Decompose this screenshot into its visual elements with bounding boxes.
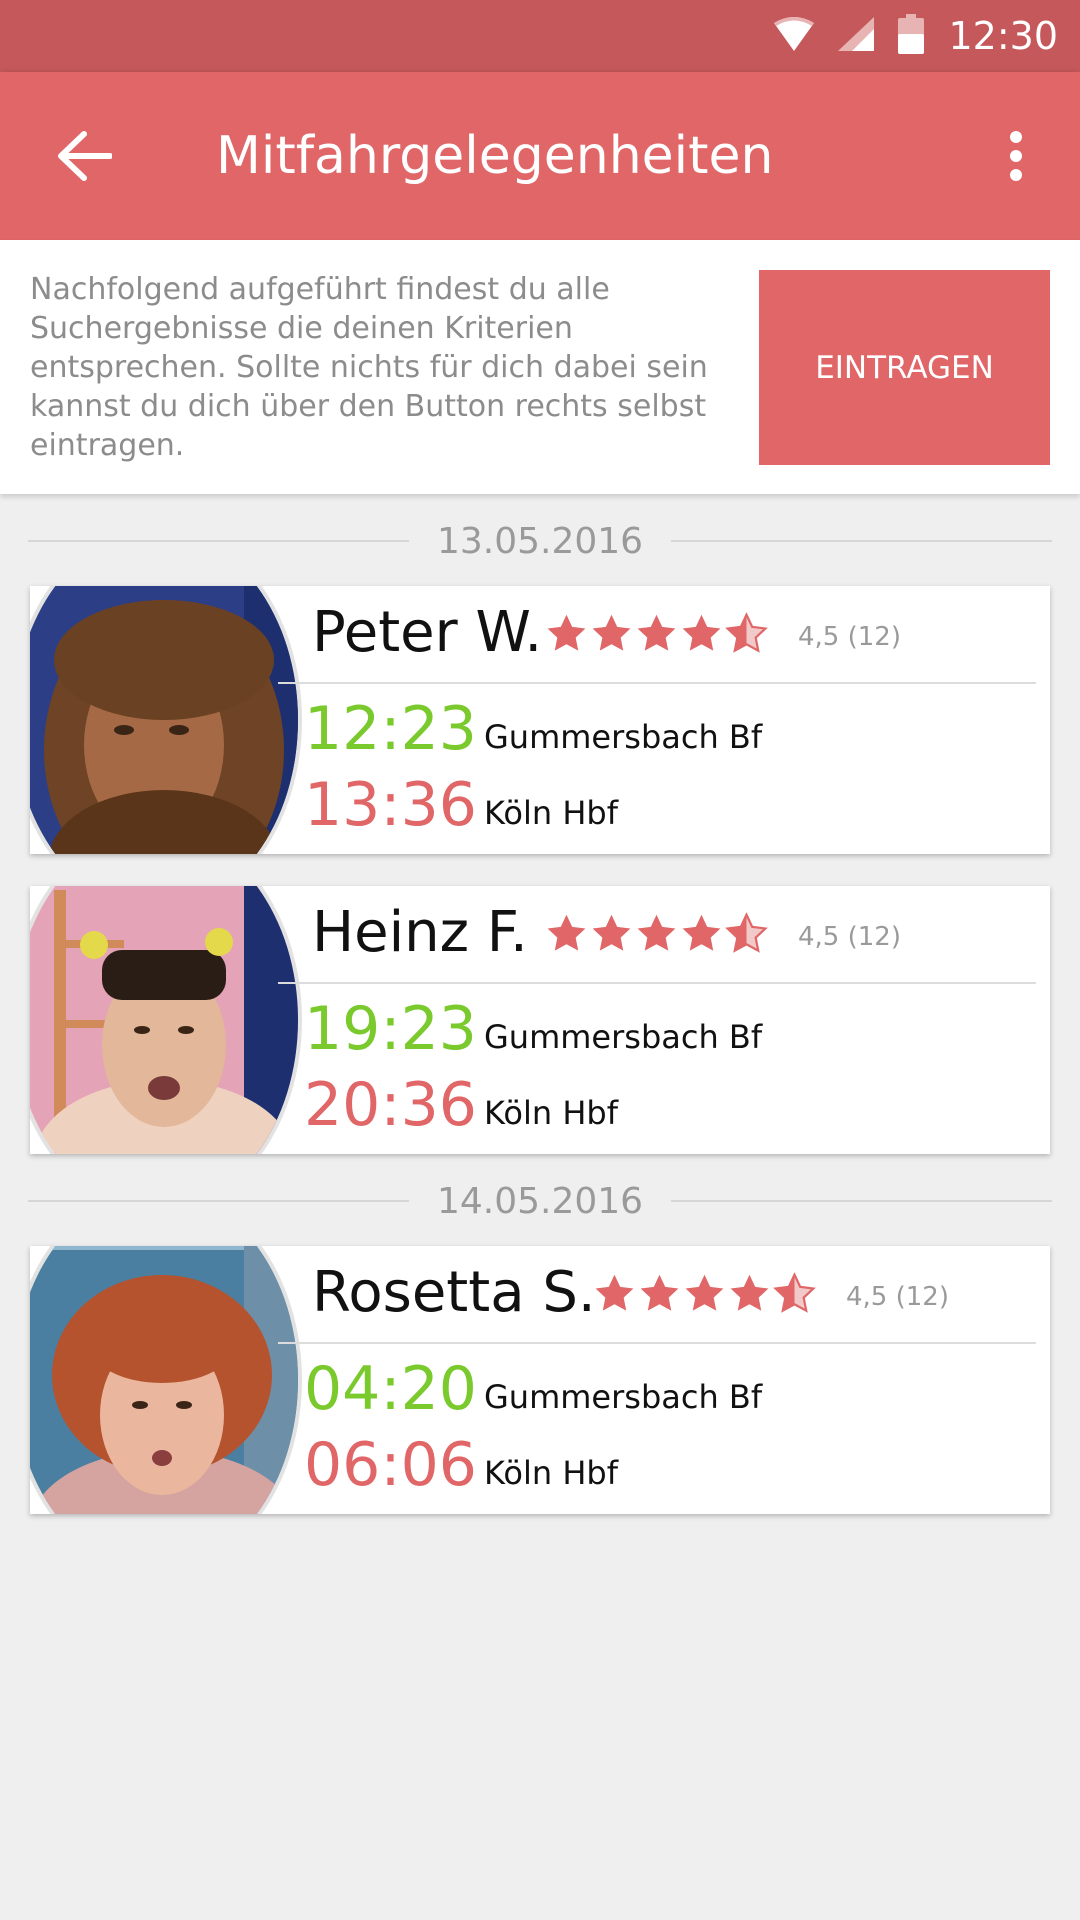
arrival-station: Köln Hbf xyxy=(484,794,618,832)
rating-text: 4,5 (12) xyxy=(798,622,901,652)
back-arrow-icon[interactable] xyxy=(48,120,120,192)
wifi-icon xyxy=(774,17,815,55)
divider xyxy=(28,1200,409,1202)
star-icon xyxy=(592,1272,637,1320)
intro-panel: Nachfolgend aufgeführt findest du alle S… xyxy=(0,240,1080,494)
ride-card[interactable]: Rosetta S. 4,5 (12) 04:20 Gummersbach Bf… xyxy=(30,1246,1050,1514)
departure-station: Gummersbach Bf xyxy=(484,1378,763,1416)
eintragen-button[interactable]: EINTRAGEN xyxy=(759,270,1050,465)
star-icon xyxy=(589,612,634,660)
signal-icon xyxy=(838,17,875,55)
driver-name: Rosetta S. xyxy=(312,1260,596,1325)
page-title: Mitfahrgelegenheiten xyxy=(216,126,774,186)
app-bar: Mitfahrgelegenheiten xyxy=(0,72,1080,240)
arrival-time: 20:36 xyxy=(304,1070,477,1140)
arrival-time: 06:06 xyxy=(304,1430,477,1500)
star-icon xyxy=(589,912,634,960)
date-separator: 13.05.2016 xyxy=(28,516,1052,566)
star-icon xyxy=(634,612,679,660)
arrival-station: Köln Hbf xyxy=(484,1094,618,1132)
rating-stars xyxy=(544,912,769,960)
star-icon xyxy=(637,1272,682,1320)
date-separator: 14.05.2016 xyxy=(28,1176,1052,1226)
star-half-icon xyxy=(724,612,769,660)
departure-time: 04:20 xyxy=(304,1354,477,1424)
avatar xyxy=(30,586,302,854)
divider xyxy=(278,982,1036,984)
arrival-time: 13:36 xyxy=(304,770,477,840)
star-icon xyxy=(679,612,724,660)
status-time: 12:30 xyxy=(948,14,1058,58)
rating-stars xyxy=(592,1272,817,1320)
departure-time: 19:23 xyxy=(304,994,477,1064)
divider xyxy=(28,540,409,542)
divider xyxy=(671,540,1052,542)
departure-time: 12:23 xyxy=(304,694,477,764)
driver-name: Heinz F. xyxy=(312,900,528,965)
ride-card[interactable]: Heinz F. 4,5 (12) 19:23 Gummersbach Bf 2… xyxy=(30,886,1050,1154)
star-half-icon xyxy=(772,1272,817,1320)
star-icon xyxy=(679,912,724,960)
star-half-icon xyxy=(724,912,769,960)
status-bar: 12:30 xyxy=(0,0,1080,72)
date-label: 14.05.2016 xyxy=(436,1180,644,1222)
avatar xyxy=(30,1246,302,1514)
ride-card[interactable]: Peter W. 4,5 (12) 12:23 Gummersbach Bf 1… xyxy=(30,586,1050,854)
intro-text: Nachfolgend aufgeführt findest du alle S… xyxy=(30,272,708,463)
star-icon xyxy=(544,612,589,660)
star-icon xyxy=(634,912,679,960)
battery-icon xyxy=(898,14,925,58)
divider xyxy=(278,682,1036,684)
departure-station: Gummersbach Bf xyxy=(484,718,763,756)
star-icon xyxy=(727,1272,772,1320)
driver-name: Peter W. xyxy=(312,600,543,665)
departure-station: Gummersbach Bf xyxy=(484,1018,763,1056)
more-vert-icon[interactable] xyxy=(992,120,1040,192)
rating-stars xyxy=(544,612,769,660)
rating-text: 4,5 (12) xyxy=(798,922,901,952)
divider xyxy=(671,1200,1052,1202)
star-icon xyxy=(682,1272,727,1320)
rating-text: 4,5 (12) xyxy=(846,1282,949,1312)
date-label: 13.05.2016 xyxy=(436,520,644,562)
star-icon xyxy=(544,912,589,960)
arrival-station: Köln Hbf xyxy=(484,1454,618,1492)
divider xyxy=(278,1342,1036,1344)
avatar xyxy=(30,886,302,1154)
